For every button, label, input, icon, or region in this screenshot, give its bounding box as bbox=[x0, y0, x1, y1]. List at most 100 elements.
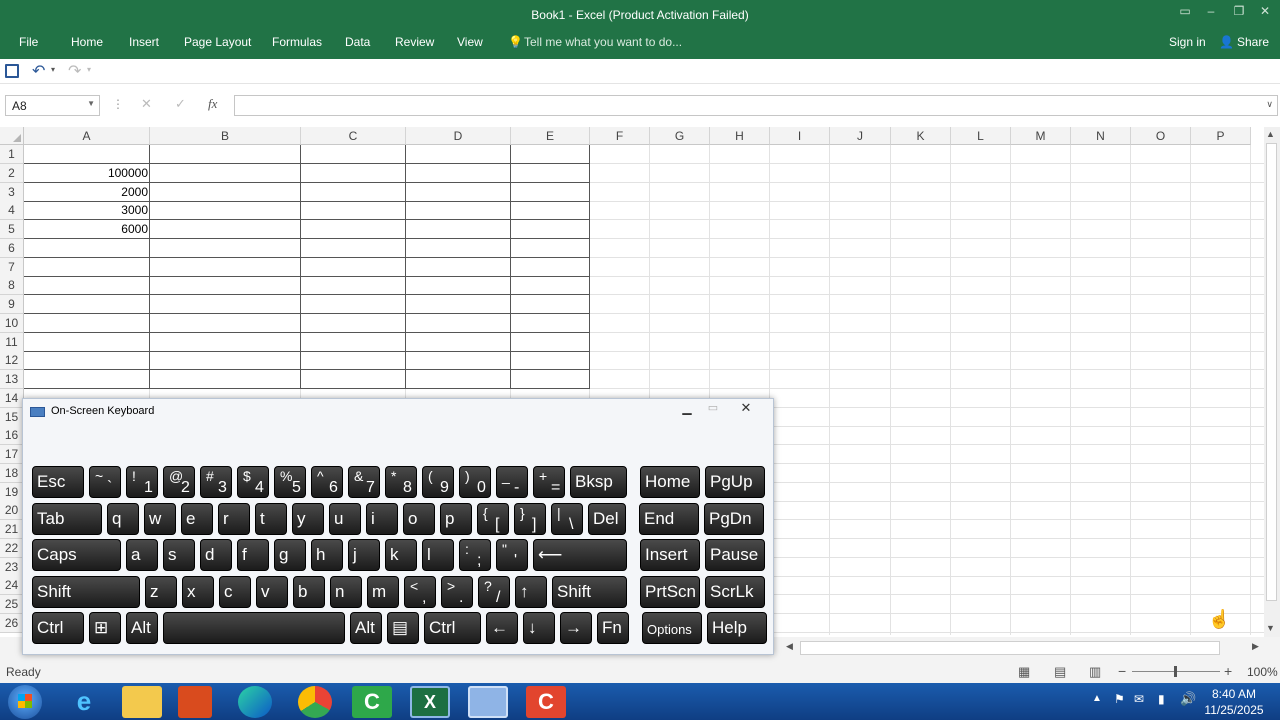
row-header-23[interactable]: 23 bbox=[0, 557, 24, 577]
row-header-25[interactable]: 25 bbox=[0, 595, 24, 614]
key-symbol-1[interactable]: ~ ` bbox=[89, 466, 121, 498]
key-p[interactable]: p bbox=[440, 502, 472, 535]
key-v[interactable]: v bbox=[256, 575, 288, 608]
insert-function-icon[interactable]: fx bbox=[208, 96, 217, 112]
key-space[interactable] bbox=[163, 612, 345, 644]
row-header-7[interactable]: 7 bbox=[0, 257, 24, 277]
restore-button[interactable]: ❐ bbox=[1228, 4, 1250, 22]
key-pgup[interactable]: PgUp bbox=[705, 466, 765, 498]
row-header-22[interactable]: 22 bbox=[0, 538, 24, 558]
key-g[interactable]: g bbox=[274, 539, 306, 571]
key-symbol-10[interactable]: :; bbox=[459, 539, 491, 571]
key-symbol-10[interactable]: ? / bbox=[478, 575, 510, 608]
row-header-6[interactable]: 6 bbox=[0, 238, 24, 258]
undo-icon[interactable]: ↶ bbox=[32, 61, 45, 81]
osk-close-button[interactable]: ✕ bbox=[733, 400, 759, 418]
key-symbol-11[interactable]: {[ bbox=[477, 502, 509, 535]
column-header-e[interactable]: E bbox=[511, 127, 590, 145]
column-header-f[interactable]: F bbox=[590, 127, 650, 145]
key-fn[interactable]: Fn bbox=[597, 612, 629, 644]
key-o[interactable]: o bbox=[403, 502, 435, 535]
key-symbol-3[interactable]: @2 bbox=[163, 466, 195, 498]
key-h[interactable]: h bbox=[311, 539, 343, 571]
normal-view-icon[interactable]: ▦ bbox=[1018, 664, 1030, 680]
row-header-10[interactable]: 10 bbox=[0, 313, 24, 333]
row-header-17[interactable]: 17 bbox=[0, 445, 24, 464]
key-[interactable]: ⊞ bbox=[89, 612, 121, 644]
key-alt[interactable]: Alt bbox=[126, 612, 158, 644]
row-header-5[interactable]: 5 bbox=[0, 220, 24, 239]
row-header-15[interactable]: 15 bbox=[0, 407, 24, 427]
key-a[interactable]: a bbox=[126, 539, 158, 571]
row-header-2[interactable]: 2 bbox=[0, 163, 24, 183]
cell-a3[interactable]: 2000 bbox=[24, 183, 150, 202]
key-q[interactable]: q bbox=[107, 502, 139, 535]
key-esc[interactable]: Esc bbox=[32, 466, 84, 498]
tab-home[interactable]: Home bbox=[71, 35, 103, 49]
redo-dropdown-icon[interactable]: ▾ bbox=[87, 65, 91, 74]
key-r[interactable]: r bbox=[218, 502, 250, 535]
tab-page-layout[interactable]: Page Layout bbox=[184, 35, 251, 49]
key-x[interactable]: x bbox=[182, 575, 214, 608]
name-box[interactable]: A8 ▼ bbox=[5, 95, 100, 116]
minimize-button[interactable]: – bbox=[1200, 4, 1222, 22]
cell-a4[interactable]: 3000 bbox=[24, 201, 150, 220]
column-header-h[interactable]: H bbox=[710, 127, 770, 145]
column-header-o[interactable]: O bbox=[1131, 127, 1191, 145]
expand-formula-icon[interactable]: ∨ bbox=[1266, 99, 1273, 110]
key-prtscn[interactable]: PrtScn bbox=[640, 575, 700, 608]
key-symbol-5[interactable]: $4 bbox=[237, 466, 269, 498]
key-z[interactable]: z bbox=[145, 575, 177, 608]
key-b[interactable]: b bbox=[293, 575, 325, 608]
key-symbol-13[interactable]: | \ bbox=[551, 502, 583, 535]
key-l[interactable]: l bbox=[422, 539, 454, 571]
scroll-right-icon[interactable]: ▶ bbox=[1252, 641, 1259, 652]
undo-dropdown-icon[interactable]: ▾ bbox=[51, 65, 55, 74]
key-ctrl[interactable]: Ctrl bbox=[32, 612, 84, 644]
key-tab[interactable]: Tab bbox=[32, 502, 102, 535]
row-header-20[interactable]: 20 bbox=[0, 501, 24, 521]
scroll-down-icon[interactable]: ▼ bbox=[1266, 623, 1275, 633]
key-pause[interactable]: Pause bbox=[705, 539, 765, 571]
key-del[interactable]: Del bbox=[588, 502, 626, 535]
key-shift[interactable]: Shift bbox=[32, 575, 140, 608]
column-header-d[interactable]: D bbox=[406, 127, 511, 145]
key-symbol-12[interactable]: }] bbox=[514, 502, 546, 535]
scroll-up-icon[interactable]: ▲ bbox=[1266, 129, 1275, 139]
key-[interactable]: ▤ bbox=[387, 612, 419, 644]
row-header-12[interactable]: 12 bbox=[0, 351, 24, 371]
media-player-icon[interactable] bbox=[178, 686, 212, 718]
key-home[interactable]: Home bbox=[640, 466, 700, 498]
page-layout-view-icon[interactable]: ▤ bbox=[1054, 664, 1066, 680]
battery-icon[interactable]: ▮ bbox=[1158, 692, 1165, 706]
row-header-26[interactable]: 26 bbox=[0, 613, 24, 633]
confirm-entry-icon[interactable]: ✓ bbox=[175, 96, 186, 112]
column-header-p[interactable]: P bbox=[1191, 127, 1251, 145]
row-header-13[interactable]: 13 bbox=[0, 370, 24, 389]
file-explorer-icon[interactable] bbox=[122, 686, 162, 718]
column-header-a[interactable]: A bbox=[24, 127, 150, 145]
key-[interactable]: ↑ bbox=[515, 575, 547, 608]
key-bksp[interactable]: Bksp bbox=[570, 466, 627, 498]
key-alt[interactable]: Alt bbox=[350, 612, 382, 644]
key-[interactable]: ← bbox=[486, 612, 518, 644]
key-caps[interactable]: Caps bbox=[32, 539, 121, 571]
tab-review[interactable]: Review bbox=[395, 35, 434, 49]
name-box-dropdown-icon[interactable]: ▼ bbox=[87, 99, 95, 108]
show-hidden-icons[interactable]: ▲ bbox=[1092, 693, 1102, 704]
key-scrlk[interactable]: ScrLk bbox=[705, 575, 765, 608]
key-symbol-12[interactable]: _ - bbox=[496, 466, 528, 498]
key-k[interactable]: k bbox=[385, 539, 417, 571]
row-header-1[interactable]: 1 bbox=[0, 145, 24, 164]
row-header-11[interactable]: 11 bbox=[0, 332, 24, 352]
clock-time[interactable]: 8:40 AM bbox=[1205, 687, 1263, 701]
key-help[interactable]: Help bbox=[707, 612, 767, 644]
key-symbol-6[interactable]: % 5 bbox=[274, 466, 306, 498]
column-header-c[interactable]: C bbox=[301, 127, 406, 145]
key-symbol-9[interactable]: * 8 bbox=[385, 466, 417, 498]
key-symbol-4[interactable]: #3 bbox=[200, 466, 232, 498]
clock-date[interactable]: 11/25/2025 bbox=[1203, 703, 1265, 717]
select-all-corner[interactable] bbox=[0, 127, 24, 145]
key-symbol-2[interactable]: ! 1 bbox=[126, 466, 158, 498]
excel-taskbar-icon[interactable]: X bbox=[410, 686, 450, 718]
